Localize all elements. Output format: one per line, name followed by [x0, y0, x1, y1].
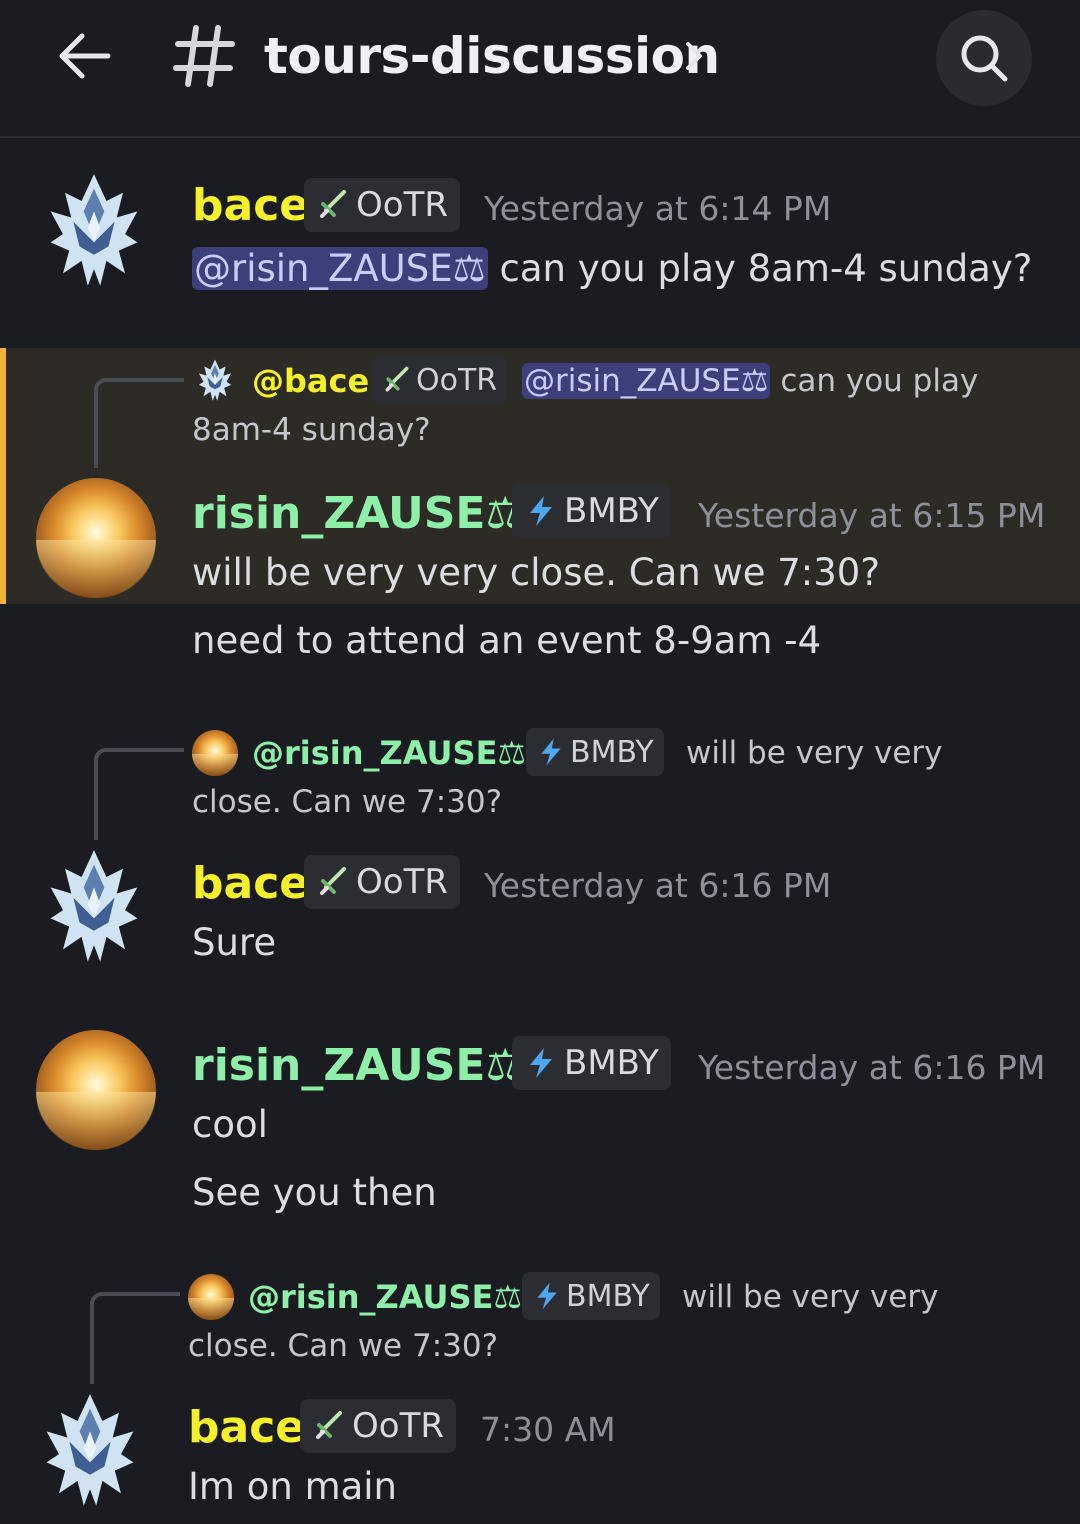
- reply-author[interactable]: @bace: [252, 361, 369, 401]
- avatar[interactable]: [30, 1390, 150, 1514]
- message-text: Sure: [192, 921, 277, 964]
- arrow-left-icon: [59, 33, 111, 79]
- avatar[interactable]: [34, 170, 154, 294]
- message-text: See you then: [192, 1171, 437, 1214]
- reply-text-line2[interactable]: close. Can we 7:30?: [188, 1326, 498, 1366]
- user-mention[interactable]: @risin_ZAUSE⚖: [192, 247, 488, 290]
- reply-text[interactable]: will be very very: [686, 733, 943, 773]
- lightning-icon: [537, 1282, 557, 1310]
- lightning-icon: [530, 1048, 552, 1078]
- reply-avatar: [188, 1274, 234, 1320]
- avatar[interactable]: [34, 846, 154, 970]
- avatar[interactable]: [36, 478, 156, 598]
- reply-connector: [94, 378, 184, 468]
- timestamp: Yesterday at 6:16 PM: [484, 866, 832, 905]
- reply-text-line2[interactable]: close. Can we 7:30?: [192, 782, 502, 822]
- hash-icon: [172, 22, 236, 90]
- message-text: @risin_ZAUSE⚖ can you play 8am-4 sunday?: [192, 247, 1033, 290]
- reply-text[interactable]: will be very very: [682, 1277, 939, 1317]
- lightning-icon: [541, 738, 561, 766]
- reply-connector: [94, 748, 184, 840]
- avatar[interactable]: [36, 1030, 156, 1150]
- message-text: Im on main: [188, 1465, 398, 1508]
- role-tag[interactable]: BMBY: [512, 1036, 671, 1090]
- channel-title[interactable]: tours-discussion: [264, 26, 720, 86]
- message-text: will be very very close. Can we 7:30?: [192, 551, 880, 594]
- lightning-icon: [530, 496, 552, 526]
- role-tag[interactable]: OoTR: [300, 1399, 456, 1453]
- username[interactable]: bace: [192, 180, 309, 232]
- reply-author[interactable]: @risin_ZAUSE⚖: [248, 1277, 522, 1317]
- timestamp: 7:30 AM: [480, 1410, 616, 1449]
- message-text: need to attend an event 8-9am -4: [192, 619, 822, 662]
- sword-icon: [385, 366, 409, 392]
- reply-text[interactable]: @risin_ZAUSE⚖ can you play: [522, 361, 978, 401]
- role-tag[interactable]: BMBY: [512, 484, 671, 538]
- back-button[interactable]: [52, 24, 116, 88]
- username[interactable]: bace: [188, 1402, 305, 1454]
- username[interactable]: risin_ZAUSE⚖: [192, 488, 525, 540]
- timestamp: Yesterday at 6:15 PM: [698, 496, 1046, 535]
- role-tag[interactable]: OoTR: [304, 855, 460, 909]
- username[interactable]: risin_ZAUSE⚖: [192, 1040, 525, 1092]
- role-tag[interactable]: OoTR: [304, 178, 460, 232]
- sword-icon: [320, 190, 346, 218]
- reply-author[interactable]: @risin_ZAUSE⚖: [252, 733, 526, 773]
- timestamp: Yesterday at 6:14 PM: [484, 189, 832, 228]
- reply-role-tag: BMBY: [526, 728, 664, 776]
- message-text: cool: [192, 1103, 268, 1146]
- timestamp: Yesterday at 6:16 PM: [698, 1048, 1046, 1087]
- sword-icon: [316, 1411, 342, 1439]
- sword-icon: [320, 867, 346, 895]
- reply-role-tag: BMBY: [522, 1272, 660, 1320]
- highlight-bar: [0, 348, 6, 604]
- chevron-right-icon[interactable]: [682, 36, 706, 76]
- username[interactable]: bace: [192, 858, 309, 910]
- reply-avatar: [198, 359, 232, 401]
- reply-text-line2[interactable]: 8am-4 sunday?: [192, 410, 431, 450]
- reply-role-tag: OoTR: [372, 356, 508, 404]
- channel-header: tours-discussion: [0, 0, 1080, 138]
- search-button[interactable]: [936, 10, 1032, 106]
- reply-avatar: [192, 730, 238, 776]
- search-icon: [961, 35, 1008, 82]
- user-mention[interactable]: @risin_ZAUSE⚖: [522, 363, 771, 399]
- reply-connector: [90, 1292, 180, 1384]
